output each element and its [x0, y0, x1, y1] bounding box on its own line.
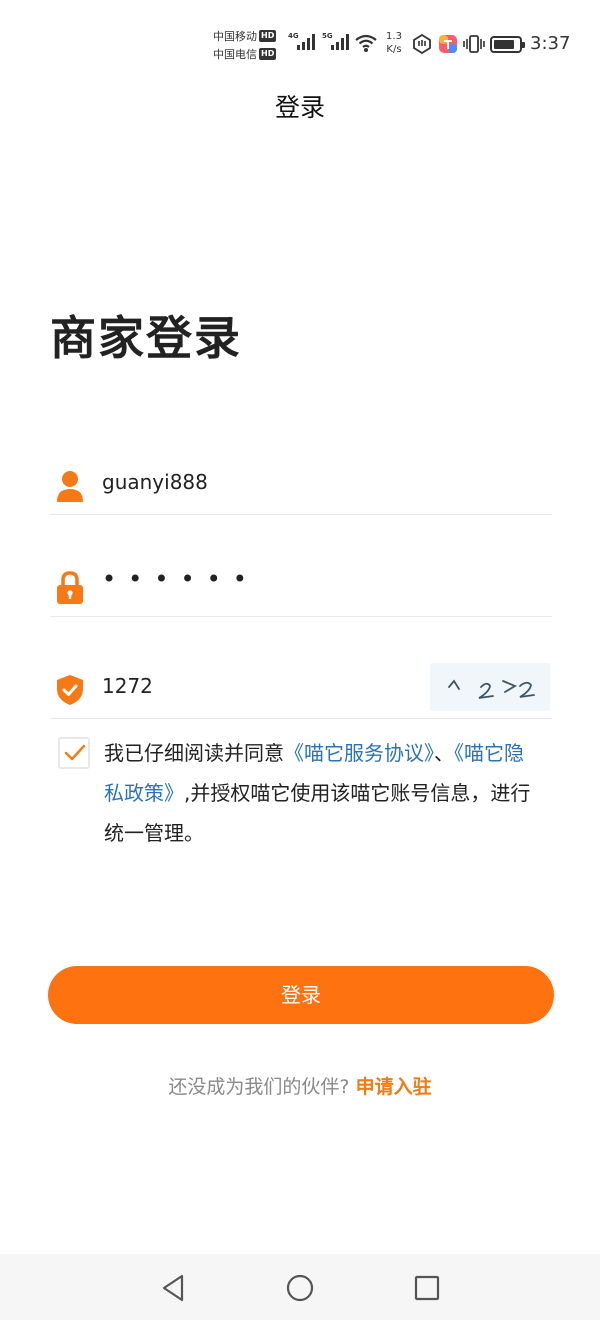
status-bar: 中国移动 HD 中国电信 HD 4G 5G 1.3 K/s 3:37	[0, 0, 600, 70]
speed-unit: K/s	[386, 44, 402, 55]
user-icon	[54, 469, 86, 503]
login-button[interactable]: 登录	[48, 966, 554, 1024]
nav-title: 登录	[274, 93, 325, 122]
speed-value: 1.3	[386, 31, 402, 42]
system-nav-bar	[0, 1254, 600, 1320]
carrier-info: 中国移动 HD 中国电信 HD	[213, 27, 285, 63]
recents-icon[interactable]	[410, 1272, 444, 1304]
password-row[interactable]: ••••••	[50, 557, 552, 617]
vibrate-icon	[463, 34, 485, 58]
hd-badge: HD	[259, 30, 277, 42]
lock-icon	[54, 571, 86, 605]
password-input[interactable]: ••••••	[102, 565, 259, 593]
wifi-icon	[354, 33, 378, 57]
hd-badge: HD	[259, 48, 277, 60]
register-prompt: 还没成为我们的伙伴? 申请入驻	[0, 1072, 600, 1099]
captcha-row[interactable]: 1272	[50, 659, 552, 719]
agreement-separator: 、	[434, 741, 454, 765]
apply-join-link[interactable]: 申请入驻	[356, 1076, 432, 1098]
network-speed: 1.3 K/s	[382, 30, 406, 56]
captcha-image[interactable]	[430, 663, 550, 711]
agreement-checkbox[interactable]	[58, 737, 90, 769]
battery-icon	[490, 36, 525, 53]
username-input[interactable]: guanyi888	[102, 470, 208, 494]
service-agreement-link[interactable]: 《喵它服务协议》	[284, 741, 434, 765]
home-icon[interactable]	[283, 1272, 317, 1304]
back-icon[interactable]	[156, 1272, 190, 1304]
status-time: 3:37	[530, 33, 571, 54]
carrier-1-label: 中国移动	[213, 30, 257, 43]
battery-fill	[494, 40, 515, 49]
app-notification-icon	[438, 34, 458, 58]
page-heading: 商家登录	[50, 311, 242, 365]
username-row[interactable]: guanyi888	[50, 455, 552, 515]
register-prompt-text: 还没成为我们的伙伴?	[168, 1076, 350, 1098]
checkmark-icon	[64, 744, 86, 761]
hand-gesture-icon	[412, 33, 432, 58]
captcha-input[interactable]: 1272	[102, 674, 153, 698]
captcha-glyphs-icon	[448, 679, 535, 699]
agreement-prefix: 我已仔细阅读并同意	[104, 741, 284, 765]
carrier-2-label: 中国电信	[213, 48, 257, 61]
shield-check-icon	[54, 673, 86, 707]
agreement-text: 我已仔细阅读并同意《喵它服务协议》、《喵它隐私政策》,并授权喵它使用该喵它账号信…	[104, 733, 538, 853]
